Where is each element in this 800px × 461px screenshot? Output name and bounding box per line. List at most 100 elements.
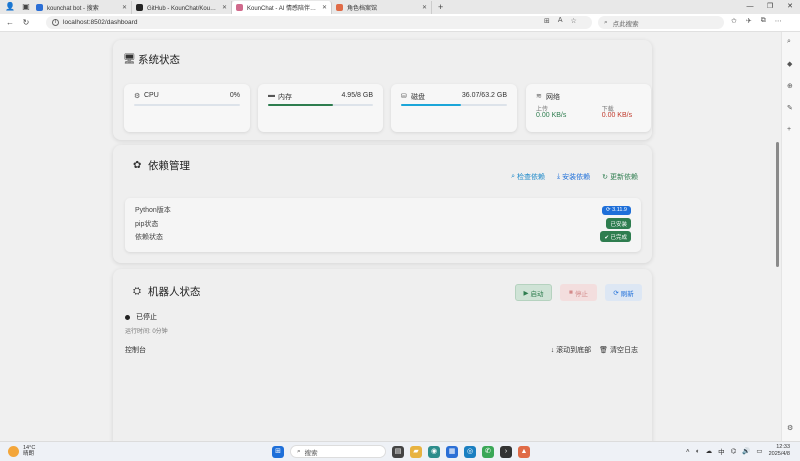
check-deps-button[interactable]: ⌕ 检查依赖	[511, 172, 545, 182]
install-deps-button[interactable]: ⤓ 安装依赖	[557, 172, 590, 182]
file-explorer-icon[interactable]: ▰	[410, 445, 422, 458]
new-tab-icon[interactable]: +	[438, 2, 443, 12]
tab-title: GitHub - KounChat/KounChat: 基...	[147, 6, 219, 12]
tab-title: kounchat bot - 搜索	[47, 6, 99, 12]
read-aloud-icon[interactable]: A	[558, 17, 563, 25]
sidebar-add-icon[interactable]: +	[787, 126, 791, 133]
app-icon[interactable]: ▲	[518, 445, 530, 458]
badge-text: 已安装	[610, 221, 627, 228]
python-version-row: Python版本 ⟳ 3.11.9	[135, 205, 631, 215]
start-button[interactable]: ▶ 启动	[515, 284, 552, 301]
clear-log-button[interactable]: 🗑 清空日志	[599, 345, 638, 355]
tray-app-icon[interactable]: ◐	[696, 448, 700, 455]
windows-taskbar: 14°C 晴朗 ⊞ ⌕ 搜索 ▤ ▰ ◉ ▦ ◎ ✆ › ▲ ˄ ◐ ☁ 中 ⌬…	[0, 441, 800, 461]
panel-title: 机器人状态	[148, 286, 201, 298]
tray-cloud-icon[interactable]: ☁	[706, 447, 713, 455]
scroll-to-bottom-button[interactable]: ↓ 滚动到底部	[551, 345, 591, 355]
bot-status-indicator: 已停止	[125, 312, 157, 322]
disk-card: ⛁ 磁盘 36.07/63.2 GB	[391, 84, 517, 132]
weather-widget[interactable]: 14°C 晴朗	[8, 445, 35, 457]
terminal-icon[interactable]: ›	[500, 445, 512, 458]
refresh-icon: ⟳	[613, 289, 619, 297]
dependency-status-row: 依赖状态 ✔ 已完成	[135, 231, 631, 242]
sidebar-settings-icon[interactable]: ⚙	[787, 424, 793, 432]
cpu-value: 0%	[229, 92, 240, 99]
row-label: pip状态	[135, 220, 159, 228]
url-actions: ⊞ A ☆	[544, 17, 577, 25]
console-output[interactable]	[125, 359, 641, 439]
favorites-icon[interactable]: ✩	[731, 17, 737, 25]
sidebar-tools-icon[interactable]: ✎	[787, 104, 793, 112]
more-menu-icon[interactable]: ⋯	[775, 17, 782, 25]
ime-indicator[interactable]: 中	[718, 446, 725, 456]
disk-progress-bar	[401, 104, 507, 106]
stop-label: 停止	[574, 290, 588, 298]
close-window-icon[interactable]: ✕	[780, 0, 800, 14]
sidebar-search-icon[interactable]: ⌕	[787, 38, 791, 46]
wechat-icon[interactable]: ✆	[482, 445, 494, 458]
tab-kounchat[interactable]: KounChat - AI 情感陪伴系统控制... ✕	[232, 1, 332, 14]
stop-button[interactable]: ■ 停止	[560, 284, 597, 301]
clear-label: 清空日志	[610, 347, 638, 354]
collections-icon[interactable]: ⧉	[761, 17, 766, 25]
volume-icon[interactable]: 🔊	[742, 447, 750, 455]
cpu-card: ⚙ CPU 0%	[124, 84, 250, 132]
app-available-icon[interactable]: ⊞	[544, 17, 550, 25]
python-version-badge: ⟳ 3.11.9	[601, 205, 631, 215]
tab-title: KounChat - AI 情感陪伴系统控制...	[247, 6, 319, 12]
profile-icon[interactable]: 👤	[4, 1, 16, 13]
close-tab-icon[interactable]: ✕	[222, 4, 227, 11]
dependency-heading: ✿ 依赖管理	[133, 158, 190, 173]
battery-icon[interactable]: ▭	[756, 447, 762, 455]
back-icon[interactable]: ←	[2, 18, 18, 27]
cpu-progress-bar	[134, 104, 240, 106]
tab-character-archive[interactable]: 角色档案馆 ✕	[332, 1, 432, 14]
reload-icon[interactable]: ↻	[18, 18, 34, 27]
close-tab-icon[interactable]: ✕	[422, 4, 427, 11]
sidebar-copilot-icon[interactable]: ◆	[787, 60, 792, 68]
minimize-icon[interactable]: —	[740, 0, 760, 14]
search-icon: ⌕	[511, 173, 516, 180]
tab-github[interactable]: GitHub - KounChat/KounChat: 基... ✕	[132, 1, 232, 14]
update-deps-button[interactable]: ↻ 更新依赖	[602, 172, 638, 182]
browser-search-input[interactable]: ⌕ 点此搜索	[598, 16, 724, 29]
edge-icon[interactable]: ◉	[428, 445, 440, 458]
sidebar-shopping-icon[interactable]: ⊕	[787, 82, 793, 90]
taskbar-search[interactable]: ⌕ 搜索	[290, 445, 386, 458]
bot-status-heading: ⛭ 机器人状态	[133, 284, 201, 299]
memory-progress-fill	[268, 104, 334, 106]
tray-overflow-icon[interactable]: ˄	[686, 448, 690, 455]
outlook-icon[interactable]: ◎	[464, 445, 476, 458]
site-info-icon[interactable]: i	[52, 19, 59, 26]
url-text: localhost:8502/dashboard	[63, 19, 138, 26]
bot-status-panel: ⛭ 机器人状态 ▶ 启动 ■ 停止 ⟳ 刷新 已停止 运行时间: 0分钟 控制台…	[113, 269, 652, 441]
browser-tab-bar: 👤 ▣ kounchat bot - 搜索 ✕ GitHub - KounCha…	[0, 0, 800, 14]
maximize-icon[interactable]: ❐	[760, 0, 780, 14]
window-controls: — ❐ ✕	[740, 0, 800, 14]
console-label: 控制台	[125, 347, 146, 354]
clock[interactable]: 12:33 2025/4/8	[769, 444, 790, 458]
network-icon[interactable]: ⌬	[731, 447, 737, 455]
taskbar-center: ⊞ ⌕ 搜索 ▤ ▰ ◉ ▦ ◎ ✆ › ▲	[272, 445, 530, 458]
windows-start-icon[interactable]: ⊞	[272, 445, 284, 458]
weather-text: 晴朗	[23, 451, 35, 457]
url-field[interactable]: i localhost:8502/dashboard	[46, 16, 592, 29]
close-tab-icon[interactable]: ✕	[322, 4, 327, 11]
store-icon[interactable]: ▦	[446, 445, 458, 458]
badge-text: 3.11.9	[612, 207, 627, 213]
refresh-button[interactable]: ⟳ 刷新	[605, 284, 642, 301]
panel-title: 依赖管理	[148, 160, 190, 172]
memory-icon: ▬	[268, 92, 275, 99]
badge-text: 已完成	[610, 234, 627, 241]
system-status-panel: 🖥 系统状态 ⚙ CPU 0% ▬ 内存 4.95/8 GB ⛁ 磁盘 36.0…	[113, 40, 652, 140]
task-view-icon[interactable]: ▤	[392, 445, 404, 458]
tab-search[interactable]: kounchat bot - 搜索 ✕	[32, 1, 132, 14]
panel-title: 系统状态	[138, 54, 180, 66]
page-scrollbar[interactable]	[774, 32, 781, 441]
scrollbar-thumb[interactable]	[776, 142, 779, 267]
tab-actions-icon[interactable]: ▣	[20, 1, 32, 13]
close-tab-icon[interactable]: ✕	[122, 4, 127, 11]
browser-sidebar: ⌕ ◆ ⊕ ✎ + ⚙	[781, 32, 800, 441]
extensions-icon[interactable]: ✈	[746, 17, 752, 25]
favorite-star-icon[interactable]: ☆	[571, 17, 577, 25]
